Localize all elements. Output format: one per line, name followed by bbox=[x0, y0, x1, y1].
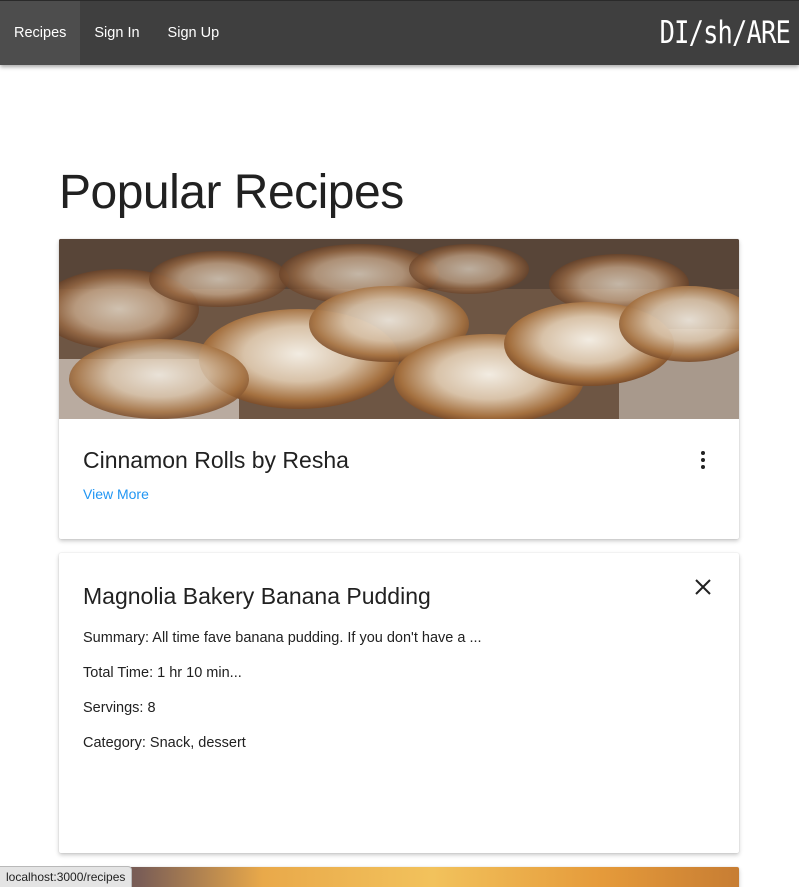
view-more-link[interactable]: View More bbox=[83, 486, 149, 502]
close-icon[interactable] bbox=[691, 575, 715, 599]
status-bar-url: localhost:3000/recipes bbox=[0, 866, 133, 887]
recipe-image[interactable] bbox=[59, 239, 739, 419]
recipe-summary: Summary: All time fave banana pudding. I… bbox=[83, 630, 482, 646]
recipe-card bbox=[59, 867, 739, 887]
page-title: Popular Recipes bbox=[59, 166, 404, 219]
nav-links: Recipes Sign In Sign Up bbox=[0, 1, 233, 65]
recipe-image[interactable] bbox=[59, 867, 739, 887]
recipe-title: Cinnamon Rolls by Resha bbox=[83, 447, 349, 473]
recipe-title: Magnolia Bakery Banana Pudding bbox=[83, 583, 431, 609]
recipe-total-time: Total Time: 1 hr 10 min... bbox=[83, 665, 242, 681]
nav-item-sign-in[interactable]: Sign In bbox=[80, 1, 153, 65]
recipe-category: Category: Snack, dessert bbox=[83, 735, 246, 751]
recipe-servings: Servings: 8 bbox=[83, 700, 156, 716]
top-navbar: Recipes Sign In Sign Up DI/sh/ARE bbox=[0, 0, 799, 65]
nav-item-sign-up[interactable]: Sign Up bbox=[154, 1, 234, 65]
brand-logo[interactable]: DI/sh/ARE bbox=[660, 9, 791, 57]
recipe-card: Magnolia Bakery Banana Pudding Summary: … bbox=[59, 553, 739, 853]
nav-item-recipes[interactable]: Recipes bbox=[0, 1, 81, 65]
recipe-card: Cinnamon Rolls by Resha View More bbox=[59, 239, 739, 539]
more-vert-icon[interactable] bbox=[691, 446, 715, 474]
